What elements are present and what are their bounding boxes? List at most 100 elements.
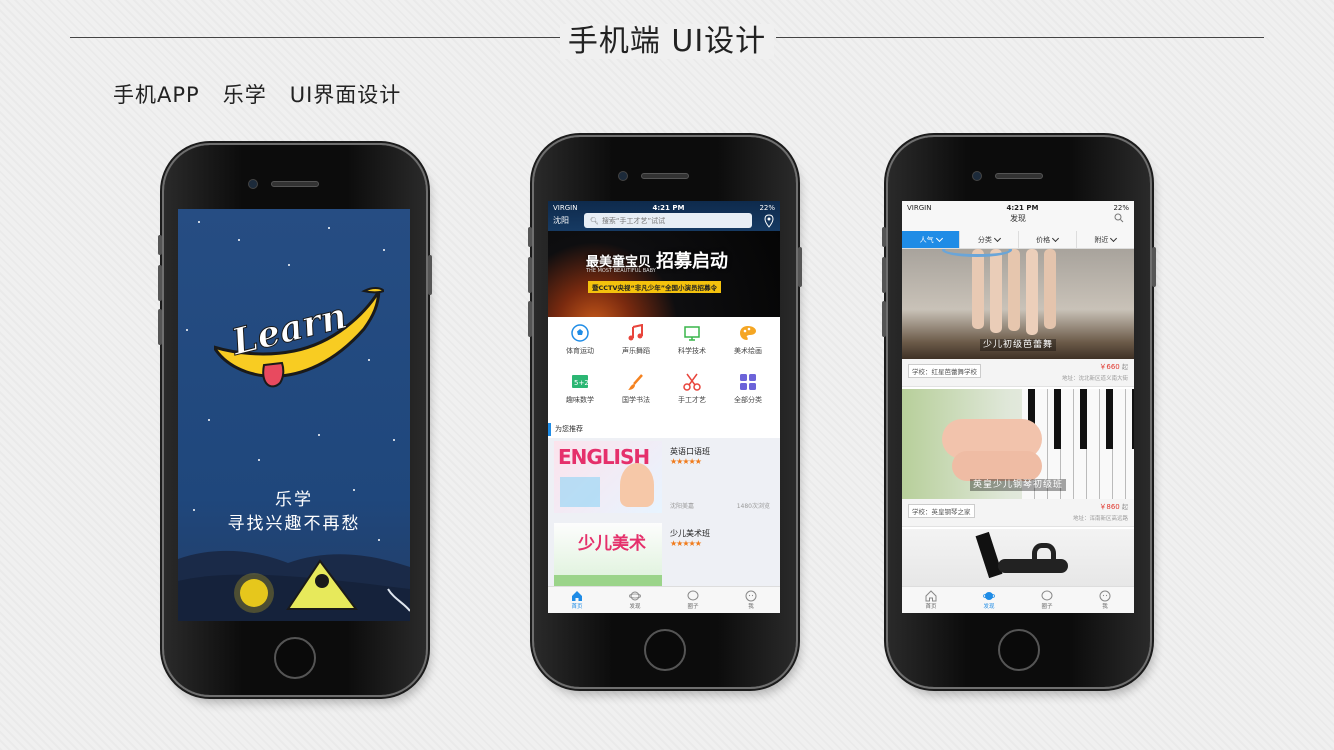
promo-banner[interactable]: 最美童宝贝 THE MOST BEAUTIFUL BABY 招募启动 暨CCTV… bbox=[548, 231, 780, 317]
status-carrier: VIRGIN bbox=[553, 204, 578, 212]
tab-discover[interactable]: 发现 bbox=[960, 587, 1018, 613]
tab-circle[interactable]: 圈子 bbox=[1018, 587, 1076, 613]
home-icon bbox=[571, 590, 583, 602]
price-unit: 起 bbox=[1121, 364, 1128, 371]
tab-discover[interactable]: 发现 bbox=[606, 587, 664, 613]
course-list: ENGLISH 英语口语班 ★★★★★ 沈阳美嘉 1480次浏览 少儿美术 少儿… bbox=[548, 438, 780, 598]
location-pin-icon[interactable] bbox=[764, 214, 774, 228]
category-math[interactable]: 5+2 趣味数学 bbox=[552, 372, 608, 416]
category-label: 声乐舞蹈 bbox=[622, 347, 650, 355]
discover-screen: VIRGIN 4:21 PM 22% 发现 人气 分类 价格 附近 少儿初级芭蕾… bbox=[902, 201, 1134, 613]
chat-icon bbox=[687, 590, 699, 602]
home-screen: VIRGIN 4:21 PM 22% 沈阳 🔍︎ 搜索“手工才艺”试试 最美童宝… bbox=[548, 201, 780, 613]
banner-sub-text: 暨CCTV央视“非凡少年”全国小演员招募令 bbox=[588, 281, 722, 293]
card-meta: 学校：红星芭蕾舞学校 ￥660 起 地址：沈北新区道义南大街 bbox=[902, 359, 1134, 387]
category-label: 体育运动 bbox=[566, 347, 594, 355]
filter-bar: 人气 分类 价格 附近 bbox=[902, 231, 1134, 249]
tab-home[interactable]: 首页 bbox=[548, 587, 606, 613]
discover-title: 发现 bbox=[1010, 214, 1026, 223]
course-visits: 1480次浏览 bbox=[736, 503, 770, 510]
category-science[interactable]: 科学技术 bbox=[664, 323, 720, 367]
status-time: 4:21 PM bbox=[652, 204, 685, 212]
phone-home: VIRGIN 4:21 PM 22% 沈阳 🔍︎ 搜索“手工才艺”试试 最美童宝… bbox=[528, 137, 802, 687]
recommend-title: 为您推荐 bbox=[548, 423, 780, 436]
page-subtitle: 手机APP 乐学 UI界面设计 bbox=[113, 83, 402, 107]
bottom-tab-bar: 首页 发现 圈子 我 bbox=[902, 586, 1134, 613]
search-placeholder: 搜索“手工才艺”试试 bbox=[601, 216, 666, 225]
splash-app-name: 乐学 bbox=[275, 490, 313, 510]
search-icon: 🔍︎ bbox=[590, 216, 599, 225]
earpiece-speaker bbox=[271, 181, 319, 187]
course-name: 英语口语班 bbox=[670, 447, 710, 456]
home-button[interactable] bbox=[644, 629, 686, 671]
category-handcraft[interactable]: 手工才艺 bbox=[664, 372, 720, 416]
category-label: 美术绘画 bbox=[734, 347, 762, 355]
list-item[interactable]: ENGLISH 英语口语班 ★★★★★ 沈阳美嘉 1480次浏览 bbox=[548, 438, 780, 516]
filter-category[interactable]: 分类 bbox=[960, 231, 1019, 248]
tab-label: 圈子 bbox=[687, 604, 699, 610]
tab-circle[interactable]: 圈子 bbox=[664, 587, 722, 613]
chevron-down-icon bbox=[935, 234, 943, 242]
chat-icon bbox=[1041, 590, 1053, 602]
banner-headline-en: THE MOST BEAUTIFUL BABY bbox=[586, 268, 656, 274]
thumb-text: 少儿美术 bbox=[578, 534, 646, 554]
course-thumbnail: 少儿美术 bbox=[554, 523, 662, 595]
palette-icon bbox=[738, 323, 758, 343]
price-unit: 起 bbox=[1121, 504, 1128, 511]
category-label: 国学书法 bbox=[622, 396, 650, 404]
category-art[interactable]: 美术绘画 bbox=[720, 323, 776, 367]
tab-label: 首页 bbox=[571, 604, 583, 610]
math-board-icon: 5+2 bbox=[570, 372, 590, 392]
price-label: ￥660 起 bbox=[1099, 362, 1128, 372]
chevron-down-icon bbox=[1110, 234, 1118, 242]
filter-nearby[interactable]: 附近 bbox=[1077, 231, 1134, 248]
home-header: VIRGIN 4:21 PM 22% 沈阳 🔍︎ 搜索“手工才艺”试试 bbox=[548, 201, 780, 231]
banana-logo-icon: Learn bbox=[214, 287, 384, 388]
search-icon[interactable] bbox=[1114, 213, 1124, 223]
home-button[interactable] bbox=[998, 629, 1040, 671]
face-icon bbox=[745, 590, 757, 602]
tab-label: 首页 bbox=[925, 604, 937, 610]
tab-label: 我 bbox=[1102, 604, 1108, 610]
tab-label: 发现 bbox=[629, 604, 641, 610]
card-caption-wrap: 少儿初级芭蕾舞 bbox=[902, 337, 1134, 351]
planet-icon bbox=[629, 590, 641, 602]
scissors-icon bbox=[682, 372, 702, 392]
front-camera bbox=[618, 171, 628, 181]
earpiece-speaker bbox=[641, 173, 689, 179]
filter-label: 附近 bbox=[1094, 235, 1109, 244]
earpiece-speaker bbox=[995, 173, 1043, 179]
status-battery: 22% bbox=[1113, 204, 1129, 212]
camp-scene-illustration bbox=[178, 550, 410, 621]
chevron-down-icon bbox=[1052, 234, 1060, 242]
city-selector[interactable]: 沈阳 bbox=[553, 215, 569, 226]
face-icon bbox=[1099, 590, 1111, 602]
card-caption: 英皇少儿钢琴初级班 bbox=[969, 479, 1066, 491]
card-meta: 学校：英皇钢琴之家 ￥860 起 地址：浑南新区高远路 bbox=[902, 499, 1134, 527]
home-button[interactable] bbox=[274, 637, 316, 679]
price-value: ￥860 bbox=[1099, 503, 1120, 511]
soccer-icon bbox=[570, 323, 590, 343]
category-label: 趣味数学 bbox=[566, 396, 594, 404]
filter-popular[interactable]: 人气 bbox=[902, 231, 961, 248]
category-music-dance[interactable]: 声乐舞蹈 bbox=[608, 323, 664, 367]
tab-me[interactable]: 我 bbox=[722, 587, 780, 613]
category-sports[interactable]: 体育运动 bbox=[552, 323, 608, 367]
category-calligraphy[interactable]: 国学书法 bbox=[608, 372, 664, 416]
filter-label: 人气 bbox=[919, 235, 934, 244]
monitor-icon bbox=[682, 323, 702, 343]
tab-me[interactable]: 我 bbox=[1076, 587, 1134, 613]
filter-label: 价格 bbox=[1036, 235, 1051, 244]
filter-price[interactable]: 价格 bbox=[1019, 231, 1077, 248]
discover-header: VIRGIN 4:21 PM 22% 发现 bbox=[902, 201, 1134, 231]
tab-label: 发现 bbox=[983, 604, 995, 610]
category-all[interactable]: 全部分类 bbox=[720, 372, 776, 416]
splash-screen: Learn 乐学 寻找兴趣不再愁 bbox=[178, 209, 410, 621]
search-input[interactable]: 🔍︎ 搜索“手工才艺”试试 bbox=[584, 213, 752, 228]
front-camera bbox=[248, 179, 258, 189]
card-caption: 少儿初级芭蕾舞 bbox=[979, 339, 1056, 351]
planet-icon bbox=[983, 590, 995, 602]
home-icon bbox=[925, 590, 937, 602]
address-label: 地址：沈北新区道义南大街 bbox=[1061, 376, 1128, 382]
tab-home[interactable]: 首页 bbox=[902, 587, 960, 613]
